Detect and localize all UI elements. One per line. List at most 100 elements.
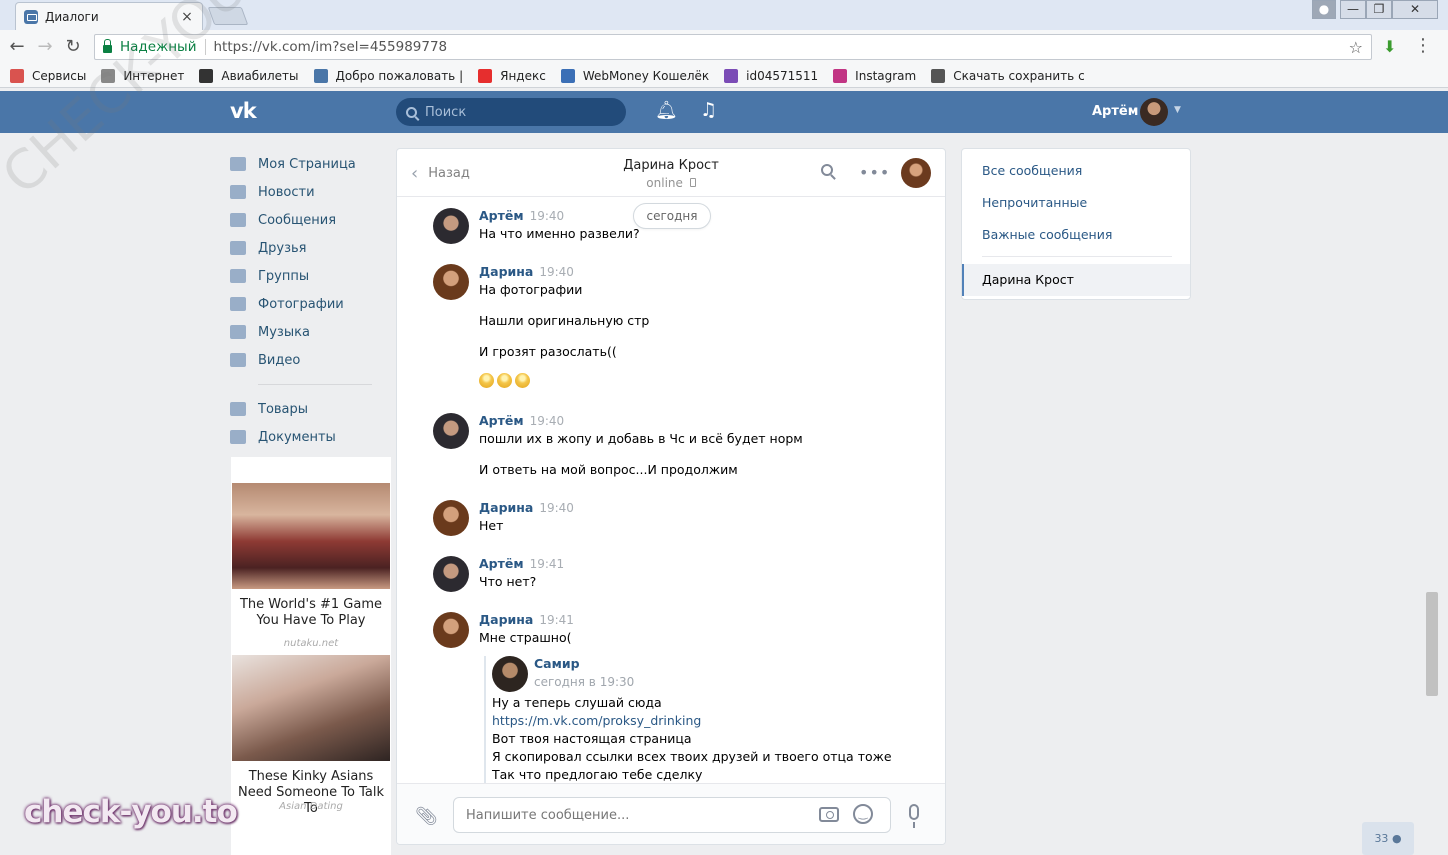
author-avatar[interactable] xyxy=(433,208,469,244)
vk-icon xyxy=(313,68,328,83)
bookmark-item[interactable]: Сервисы xyxy=(10,68,86,83)
sidebar-item[interactable]: Моя Страница xyxy=(230,150,390,178)
author-name[interactable]: Дарина xyxy=(479,612,533,627)
sidebar-item[interactable]: Фотографии xyxy=(230,290,390,318)
ad-image[interactable] xyxy=(232,655,390,761)
music-player-icon[interactable]: ♫ xyxy=(700,99,717,121)
sidebar-item[interactable]: Музыка xyxy=(230,318,390,346)
vk-logo[interactable]: vk xyxy=(230,99,257,123)
user-name[interactable]: Артём xyxy=(1092,104,1138,119)
active-dialog-item[interactable]: Дарина Крост xyxy=(962,264,1190,296)
forwarded-link[interactable]: https://m.vk.com/proksy_drinking xyxy=(492,713,701,728)
messages-filter-panel: Все сообщения Непрочитанные Важные сообщ… xyxy=(961,148,1191,300)
minimize-button[interactable]: — xyxy=(1340,0,1366,19)
sidebar-item[interactable]: Друзья xyxy=(230,234,390,262)
message-text: пошли их в жопу и добавь в Чс и всё буде… xyxy=(479,431,803,446)
bookmark-item[interactable]: Яндекс xyxy=(478,68,546,83)
person-icon: ● xyxy=(1391,832,1402,845)
address-bar[interactable]: Надежный https://vk.com/im?sel=455989778… xyxy=(94,34,1372,60)
page-icon xyxy=(101,68,116,83)
ad-source: Asian Dating xyxy=(279,801,343,812)
author-name[interactable]: Дарина xyxy=(479,500,533,515)
author-avatar[interactable] xyxy=(433,264,469,300)
forwarded-text: Вот твоя настоящая страница xyxy=(492,731,692,746)
ad-title[interactable]: These Kinky Asians Need Someone To Talk … xyxy=(231,761,391,816)
reload-icon[interactable]: ↻ xyxy=(62,36,84,58)
sidebar-item[interactable]: Документы xyxy=(230,423,390,451)
filter-unread[interactable]: Непрочитанные xyxy=(982,195,1087,210)
download-site-icon xyxy=(931,68,946,83)
left-sidebar-menu: Моя Страница Новости Сообщения Друзья Группы… xyxy=(230,150,390,451)
message-text: И ответь на мой вопрос...И продолжим xyxy=(479,462,738,477)
watermark-text: check-you.to xyxy=(24,794,238,830)
messages-icon xyxy=(230,213,246,227)
author-name[interactable]: Артём xyxy=(479,208,524,223)
close-window-button[interactable]: ✕ xyxy=(1392,0,1438,19)
browser-tab[interactable]: Диалоги × xyxy=(15,2,203,30)
browser-menu-icon[interactable]: ⋮ xyxy=(1414,35,1432,56)
online-counter[interactable]: 33 ● xyxy=(1362,822,1414,855)
user-avatar[interactable] xyxy=(1140,98,1168,126)
new-tab-button[interactable] xyxy=(207,7,249,25)
message-time: 19:40 xyxy=(529,414,565,428)
author-name[interactable]: Артём xyxy=(479,556,524,571)
ad-source: nutaku.net xyxy=(283,638,339,649)
bookmark-item[interactable]: Добро пожаловать | xyxy=(313,68,463,83)
sidebar-item[interactable]: Видео xyxy=(230,346,390,374)
chat-panel: ‹ Назад Дарина Крост online ••• Артём 19:… xyxy=(396,148,946,845)
bookmark-item[interactable]: id04571511 xyxy=(724,68,818,83)
message-time: 19:40 xyxy=(539,501,574,515)
bookmark-star-icon[interactable]: ☆ xyxy=(1349,38,1363,57)
video-icon xyxy=(230,353,246,367)
message-text: На что именно развели? xyxy=(479,226,640,241)
bookmark-item[interactable]: WebMoney Кошелёк xyxy=(560,68,709,83)
sidebar-item[interactable]: Новости xyxy=(230,178,390,206)
message-input-placeholder: Напишите сообщение... xyxy=(466,807,630,823)
tab-close-icon[interactable]: × xyxy=(180,9,194,25)
sidebar-item[interactable]: Сообщения xyxy=(230,206,390,234)
tab-title: Диалоги xyxy=(45,9,99,24)
bookmark-label: Авиабилеты xyxy=(221,68,299,83)
back-arrow-icon[interactable]: ← xyxy=(6,36,28,58)
page-scrollbar[interactable] xyxy=(1426,592,1438,696)
filter-all-messages[interactable]: Все сообщения xyxy=(982,163,1082,178)
more-options-icon[interactable]: ••• xyxy=(859,163,890,182)
maximize-button[interactable]: ❐ xyxy=(1366,0,1392,19)
bookmark-item[interactable]: Авиабилеты xyxy=(199,68,299,83)
forwarded-author-name[interactable]: Самир xyxy=(534,656,580,671)
bookmark-item[interactable]: Instagram xyxy=(833,68,916,83)
camera-icon xyxy=(230,297,246,311)
emoji-smile-icon[interactable]: ‿ xyxy=(853,804,873,824)
author-avatar[interactable] xyxy=(433,612,469,648)
chat-search-icon[interactable] xyxy=(821,164,837,180)
download-extension-icon[interactable]: ⬇ xyxy=(1383,37,1396,56)
search-input[interactable]: Поиск xyxy=(396,98,626,126)
message-time: 19:41 xyxy=(539,613,574,627)
ad-image[interactable] xyxy=(232,483,390,589)
sidebar-item[interactable]: Товары xyxy=(230,395,390,423)
forwarded-author-avatar[interactable] xyxy=(492,656,528,692)
ad-title[interactable]: The World's #1 Game You Have To Play xyxy=(231,589,391,638)
filter-important[interactable]: Важные сообщения xyxy=(982,227,1112,242)
author-avatar[interactable] xyxy=(433,500,469,536)
sidebar-item[interactable]: Группы xyxy=(230,262,390,290)
attach-paperclip-icon[interactable]: 📎︎ xyxy=(415,806,438,827)
friends-icon xyxy=(230,241,246,255)
camera-icon[interactable] xyxy=(819,807,839,822)
counter-value: 33 xyxy=(1374,832,1389,845)
url-text[interactable]: https://vk.com/im?sel=455989778 xyxy=(214,39,1349,55)
search-placeholder: Поиск xyxy=(425,104,467,120)
bookmark-item[interactable]: Скачать сохранить с xyxy=(931,68,1085,83)
author-name[interactable]: Артём xyxy=(479,413,524,428)
notifications-bell-icon[interactable]: 🔔︎ xyxy=(655,100,678,121)
search-icon xyxy=(406,106,417,118)
peer-avatar[interactable] xyxy=(901,158,931,188)
author-avatar[interactable] xyxy=(433,556,469,592)
microphone-icon[interactable] xyxy=(909,804,919,828)
chevron-down-icon[interactable]: ▼ xyxy=(1174,105,1181,115)
author-avatar[interactable] xyxy=(433,413,469,449)
author-name[interactable]: Дарина xyxy=(479,264,533,279)
bookmark-item[interactable]: Интернет xyxy=(101,68,184,83)
profile-icon[interactable]: ● xyxy=(1312,0,1336,19)
forward-arrow-icon[interactable]: → xyxy=(34,36,56,58)
